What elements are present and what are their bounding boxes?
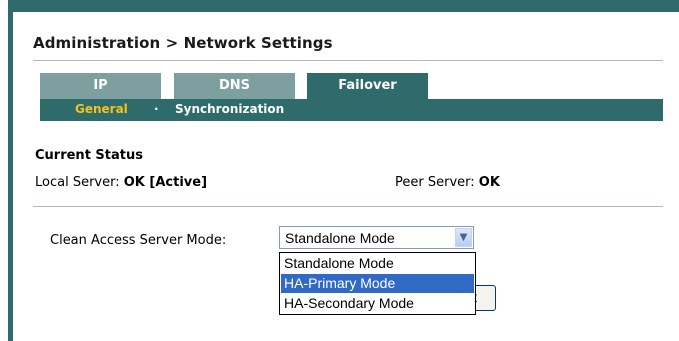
server-mode-selected-value: Standalone Mode [285,230,395,246]
sub-navigation: General · Synchronization [40,99,663,121]
page-title: Administration > Network Settings [33,34,333,52]
subnav-separator: · [154,102,159,116]
local-server-label: Local Server: [35,175,120,190]
option-ha-secondary-mode[interactable]: HA-Secondary Mode [281,294,474,313]
tab-dns[interactable]: DNS [174,73,295,99]
mode-label: Clean Access Server Mode: [50,233,227,248]
peer-server-row: Peer Server: OK [395,175,500,190]
status-heading: Current Status [35,148,143,163]
server-mode-select[interactable]: Standalone Mode ▼ [279,226,474,249]
subnav-synchronization[interactable]: Synchronization [175,102,284,116]
server-mode-dropdown[interactable]: Standalone Mode HA-Primary Mode HA-Secon… [279,252,476,315]
local-server-value: OK [Active] [123,175,208,190]
top-bar [8,0,679,12]
option-standalone-mode[interactable]: Standalone Mode [281,254,474,273]
left-bar [8,0,13,341]
option-ha-primary-mode[interactable]: HA-Primary Mode [281,274,474,293]
subnav-general[interactable]: General [75,102,128,116]
peer-server-value: OK [478,175,500,190]
peer-server-label: Peer Server: [395,175,475,190]
local-server-row: Local Server: OK [Active] [35,175,207,190]
chevron-down-icon[interactable]: ▼ [455,228,472,247]
title-divider [33,60,663,61]
tab-failover[interactable]: Failover [307,73,428,99]
tab-ip[interactable]: IP [40,73,161,99]
section-divider [33,206,663,207]
